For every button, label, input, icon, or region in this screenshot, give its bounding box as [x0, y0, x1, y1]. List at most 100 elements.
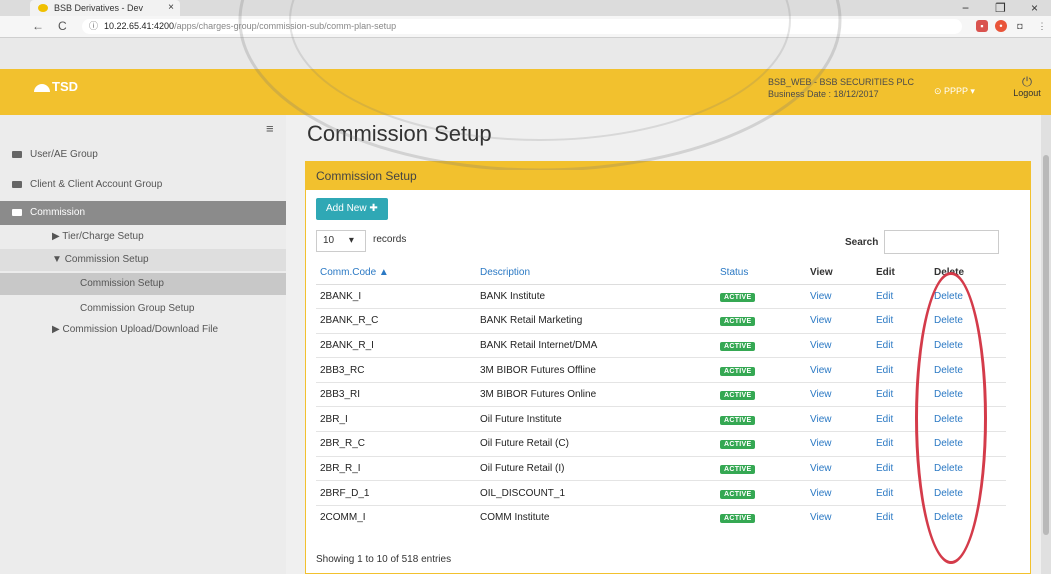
table-cell: View	[806, 455, 872, 481]
table-cell: OIL_DISCOUNT_1	[476, 480, 716, 506]
view-link[interactable]: View	[810, 463, 832, 474]
close-window-icon[interactable]: ×	[1031, 0, 1038, 16]
status-badge: ACTIVE	[720, 440, 756, 450]
table-cell: ACTIVE	[716, 455, 806, 481]
table-cell: View	[806, 504, 872, 530]
table-cell: 3M BIBOR Futures Online	[476, 381, 716, 407]
table-cell: View	[806, 332, 872, 358]
table-cell: 2BRF_D_1	[316, 480, 476, 506]
tsd-logo-icon	[34, 83, 50, 92]
view-link[interactable]: View	[810, 512, 832, 523]
camera-icon[interactable]: ◘	[1014, 20, 1026, 32]
user-menu[interactable]: ⊙ PPPP ▾	[934, 86, 975, 97]
table-cell: 2BANK_R_I	[316, 332, 476, 358]
caret-down-icon: ▾	[967, 86, 975, 96]
sidebar-item-label: Commission Upload/Download File	[62, 324, 219, 335]
sidebar-item-label: Commission Group Setup	[80, 303, 195, 314]
edit-link[interactable]: Edit	[876, 463, 893, 474]
view-link[interactable]: View	[810, 340, 832, 351]
sidebar-item-tier-charge-setup[interactable]: ▶ Tier/Charge Setup	[0, 231, 286, 242]
view-link[interactable]: View	[810, 414, 832, 425]
column-header-status[interactable]: Status	[716, 262, 806, 285]
sidebar-item-commission-upload[interactable]: ▶ Commission Upload/Download File	[0, 324, 286, 335]
sidebar-item-commission-setup[interactable]: Commission Setup	[0, 273, 286, 295]
browser-tab-bar: BSB Derivatives - Dev × − ❐ ×	[0, 0, 1051, 16]
menu-icon[interactable]: ⋮	[1036, 20, 1048, 32]
view-link[interactable]: View	[810, 389, 832, 400]
comm-code-cell: 2BB3_RI	[320, 389, 361, 401]
records-length-value: 10	[323, 235, 335, 246]
table-row: 2BR_R_I Oil Future Retail (I) ACTIVE View Ed…	[316, 455, 1006, 481]
table-cell: ACTIVE	[716, 308, 806, 334]
comm-code-cell: 2BANK_R_I	[320, 339, 374, 351]
view-link[interactable]: View	[810, 365, 832, 376]
edit-link[interactable]: Edit	[876, 512, 893, 523]
description-cell: OIL_DISCOUNT_1	[480, 487, 566, 499]
view-link[interactable]: View	[810, 291, 832, 302]
sidebar-item-label: Commission Setup	[80, 278, 164, 289]
table-cell: ACTIVE	[716, 381, 806, 407]
edit-link[interactable]: Edit	[876, 389, 893, 400]
company-name: BSB_WEB - BSB SECURITIES PLC	[768, 77, 915, 87]
table-row: 2BR_I Oil Future Institute ACTIVE View Edit D…	[316, 406, 1006, 432]
extension-icon[interactable]: •	[995, 20, 1007, 32]
reload-icon[interactable]: C	[58, 19, 67, 33]
browser-tab[interactable]: BSB Derivatives - Dev ×	[30, 0, 180, 16]
table-cell: ACTIVE	[716, 406, 806, 432]
site-info-icon[interactable]: ⓘ	[89, 19, 98, 34]
table-row: 2BANK_I BANK Institute ACTIVE View Edit Delet…	[316, 283, 1006, 309]
maximize-icon[interactable]: ❐	[995, 0, 1006, 16]
table-cell: COMM Institute	[476, 504, 716, 530]
edit-link[interactable]: Edit	[876, 414, 893, 425]
table-cell: ACTIVE	[716, 504, 806, 530]
table-cell: BANK Institute	[476, 283, 716, 309]
minimize-icon[interactable]: −	[962, 0, 969, 16]
sidebar-item-commission[interactable]: Commission	[0, 201, 286, 225]
edit-link[interactable]: Edit	[876, 438, 893, 449]
sidebar-item-commission-setup-group[interactable]: ▼ Commission Setup	[0, 249, 286, 271]
view-link[interactable]: View	[810, 315, 832, 326]
view-link[interactable]: View	[810, 488, 832, 499]
back-icon[interactable]: ←	[32, 19, 44, 33]
edit-link[interactable]: Edit	[876, 488, 893, 499]
tab-close-icon[interactable]: ×	[168, 0, 174, 16]
search-input[interactable]	[884, 230, 999, 254]
column-header-description[interactable]: Description	[476, 262, 716, 285]
table-cell: View	[806, 308, 872, 334]
hamburger-icon[interactable]: ≡	[266, 121, 274, 136]
table-cell: BANK Retail Marketing	[476, 308, 716, 334]
add-new-button[interactable]: Add New ✚	[316, 198, 388, 220]
scrollbar-thumb[interactable]	[1043, 155, 1049, 535]
sidebar-item-user-ae-group[interactable]: User/AE Group	[0, 149, 286, 160]
table-cell: 2BANK_I	[316, 283, 476, 309]
table-row: 2COMM_I COMM Institute ACTIVE View Edit Delet…	[316, 504, 1006, 530]
description-cell: Oil Future Retail (I)	[480, 462, 565, 474]
tab-title: BSB Derivatives - Dev	[54, 3, 144, 13]
description-cell: 3M BIBOR Futures Offline	[480, 364, 596, 376]
description-cell: BANK Retail Internet/DMA	[480, 339, 598, 351]
brand-logo[interactable]: TSD	[34, 79, 78, 94]
extension-icon[interactable]: ▪	[976, 20, 988, 32]
edit-link[interactable]: Edit	[876, 291, 893, 302]
plus-icon: ✚	[369, 203, 378, 214]
sidebar-item-commission-group-setup[interactable]: Commission Group Setup	[0, 303, 286, 314]
table-cell: ACTIVE	[716, 357, 806, 383]
url-input[interactable]: ⓘ 10.22.65.41:4200/apps/charges-group/co…	[82, 19, 962, 34]
edit-link[interactable]: Edit	[876, 365, 893, 376]
table-row: 2BB3_RI 3M BIBOR Futures Online ACTIVE View…	[316, 381, 1006, 407]
caret-down-icon: ▾	[348, 235, 354, 246]
table-cell: BANK Retail Internet/DMA	[476, 332, 716, 358]
sidebar-item-label: Commission Setup	[64, 254, 149, 265]
edit-link[interactable]: Edit	[876, 340, 893, 351]
logout-button[interactable]: ⏻ Logout	[1010, 75, 1044, 98]
logout-label: Logout	[1013, 88, 1041, 98]
company-info: BSB_WEB - BSB SECURITIES PLC Business Da…	[768, 76, 914, 100]
records-length-select[interactable]: 10 ▾	[316, 230, 366, 252]
page-scrollbar[interactable]	[1041, 115, 1051, 574]
edit-link[interactable]: Edit	[876, 315, 893, 326]
comm-code-cell: 2BB3_RC	[320, 364, 365, 376]
sidebar-item-client-group[interactable]: Client & Client Account Group	[0, 179, 286, 190]
column-header-comm-code[interactable]: Comm.Code ▲	[316, 262, 476, 285]
table-info: Showing 1 to 10 of 518 entries	[316, 554, 452, 565]
view-link[interactable]: View	[810, 438, 832, 449]
